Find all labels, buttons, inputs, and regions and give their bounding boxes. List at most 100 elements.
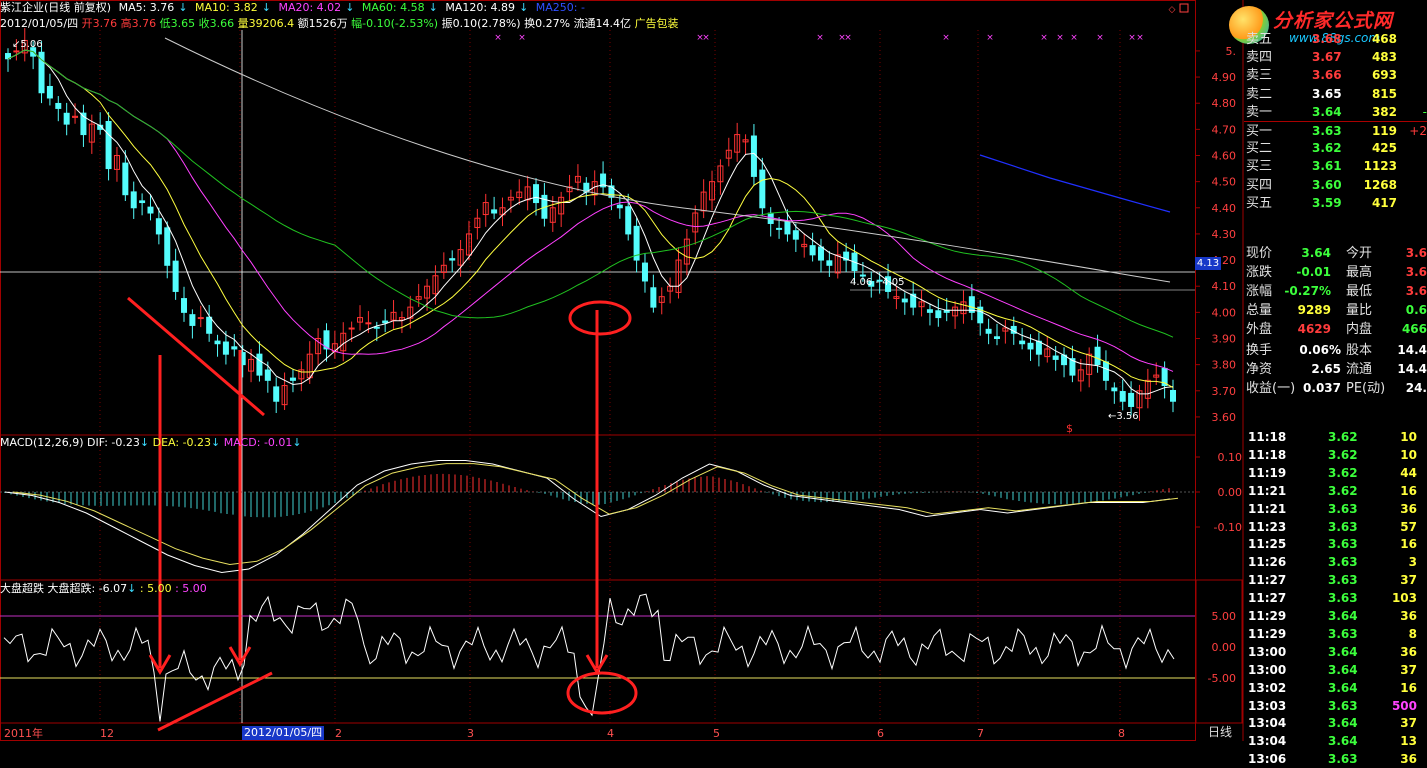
order-row[interactable]: 卖四 3.67 483	[1244, 48, 1427, 67]
order-row[interactable]: 买四 3.60 1268	[1244, 176, 1427, 195]
order-side-label: 卖五	[1246, 32, 1273, 47]
cursor-date-label: 2012/01/05/四	[242, 726, 325, 740]
candle-body	[105, 121, 112, 170]
order-row[interactable]: 买三 3.61 1123	[1244, 157, 1427, 176]
tick-volume: 36	[1400, 609, 1417, 623]
tick-row[interactable]: 11:18 3.62 10	[1244, 446, 1427, 464]
price-axis-label: 4.50	[1212, 176, 1237, 189]
tick-row[interactable]: 13:03 3.63 500	[1244, 697, 1427, 715]
tick-row[interactable]: 11:27 3.63 103	[1244, 589, 1427, 607]
order-row[interactable]: 卖三 3.66 693	[1244, 66, 1427, 85]
signal-x-marker: ×	[1070, 33, 1078, 43]
signal-x-marker: ×	[1136, 33, 1144, 43]
tick-row[interactable]: 11:21 3.63 36	[1244, 500, 1427, 518]
candle-body	[776, 227, 783, 230]
candle-body	[214, 340, 221, 345]
quote-turnover: 换0.27%	[524, 17, 571, 30]
candle-body	[222, 341, 229, 355]
signal-x-marker: ×	[816, 33, 824, 43]
candle-body	[122, 162, 129, 196]
signal-x-marker: ×	[1128, 33, 1136, 43]
tick-row[interactable]: 11:29 3.63 8	[1244, 625, 1427, 643]
tick-price: 3.64	[1328, 680, 1358, 695]
candle-body	[365, 322, 372, 325]
stat-value: 2.65	[1311, 362, 1341, 376]
tick-time: 11:27	[1248, 573, 1287, 588]
stat-value: -0.27%	[1284, 284, 1331, 298]
stat-value: 3.6	[1405, 246, 1427, 260]
tick-volume: 36	[1400, 644, 1417, 659]
order-row[interactable]: 卖一 3.64 382 -	[1244, 103, 1427, 122]
stat-label: 涨幅	[1246, 284, 1273, 299]
order-side-label: 买四	[1246, 177, 1273, 193]
order-row[interactable]: 买五 3.59 417	[1244, 194, 1427, 213]
order-price: 3.59	[1312, 195, 1342, 210]
stat-value: 3.6	[1405, 284, 1427, 298]
tick-row[interactable]: 13:04 3.64 37	[1244, 714, 1427, 732]
stat-row: 涨幅 -0.27% 最低 3.6	[1244, 282, 1427, 301]
stat-row: 涨跌 -0.01 最高 3.6	[1244, 263, 1427, 282]
tick-row[interactable]: 11:19 3.62 44	[1244, 464, 1427, 482]
order-volume: 1268	[1363, 177, 1397, 192]
candle-body	[256, 353, 263, 376]
quote-amount: 额1526万	[297, 17, 348, 30]
tick-row[interactable]: 11:23 3.63 57	[1244, 518, 1427, 536]
stat-value: 0.037	[1303, 381, 1341, 395]
order-volume: 119	[1371, 124, 1397, 138]
tick-row[interactable]: 13:04 3.64 13	[1244, 732, 1427, 750]
tick-price: 3.64	[1328, 662, 1358, 677]
order-row[interactable]: 买二 3.62 425	[1244, 139, 1427, 158]
candle-body	[784, 221, 791, 235]
tick-time: 11:18	[1248, 447, 1287, 462]
order-price: 3.67	[1312, 50, 1342, 65]
tick-time: 13:06	[1248, 752, 1287, 767]
order-volume: 483	[1371, 50, 1397, 65]
order-price: 3.68	[1312, 32, 1342, 46]
order-price: 3.62	[1312, 141, 1342, 156]
tick-row[interactable]: 11:25 3.63 16	[1244, 535, 1427, 553]
tick-row[interactable]: 13:00 3.64 36	[1244, 643, 1427, 661]
period-label[interactable]: 日线	[1200, 723, 1240, 740]
tick-volume: 44	[1400, 465, 1417, 480]
macd-dea: DEA: -0.23	[152, 436, 212, 449]
tick-volume: 10	[1400, 430, 1417, 444]
stock-chart[interactable]: 5.4.904.804.704.604.504.404.304.204.104.…	[0, 0, 1244, 741]
candle-body	[1128, 392, 1135, 407]
tick-row[interactable]: 13:02 3.64 16	[1244, 679, 1427, 697]
ma-legend-bar: 紫江企业(日线 前复权) MA5: 3.76 ↓ MA10: 3.82 ↓ MA20…	[0, 1, 585, 14]
tick-price: 3.62	[1328, 430, 1358, 444]
macd-title: MACD(12,26,9) DIF: -0.23↓ DEA: -0.23↓ MA…	[0, 436, 302, 449]
osc-axis-label: -5.00	[1208, 672, 1236, 685]
order-row[interactable]: 卖五 3.68 468	[1244, 30, 1427, 49]
stat-value: -0.01	[1296, 265, 1331, 279]
x-axis-label: 2	[335, 727, 342, 740]
tick-row[interactable]: 13:00 3.64 37	[1244, 661, 1427, 679]
tick-volume: 37	[1400, 716, 1417, 731]
candle-body	[985, 328, 992, 334]
price-axis-label: 4.60	[1212, 149, 1237, 162]
tick-row[interactable]: 11:21 3.62 16	[1244, 482, 1427, 500]
stat-label: 现价	[1246, 246, 1273, 261]
x-axis-label: 8	[1118, 727, 1125, 740]
candle-body	[13, 50, 20, 53]
stat-label: 今开	[1346, 246, 1373, 261]
tick-volume: 57	[1400, 519, 1417, 534]
tick-row[interactable]: 11:26 3.63 3	[1244, 553, 1427, 571]
candle-body	[859, 274, 866, 277]
osc-axis-label: 0.00	[1212, 641, 1237, 654]
order-row[interactable]: 买一 3.63 119 +2	[1244, 121, 1427, 141]
candle-body	[55, 102, 62, 109]
tick-row[interactable]: 11:29 3.64 36	[1244, 607, 1427, 625]
signal-x-marker: ×	[1056, 33, 1064, 43]
tick-row[interactable]: 13:06 3.63 36	[1244, 750, 1427, 768]
tick-price: 3.63	[1328, 519, 1358, 534]
order-side-label: 卖二	[1246, 86, 1273, 102]
order-side-label: 买二	[1246, 141, 1273, 157]
stat-value: 3.64	[1301, 246, 1331, 260]
order-row[interactable]: 卖二 3.65 815	[1244, 85, 1427, 104]
tick-volume: 36	[1400, 752, 1417, 767]
tick-row[interactable]: 11:18 3.62 10	[1244, 428, 1427, 446]
tick-row[interactable]: 11:27 3.63 37	[1244, 571, 1427, 589]
stat-label: 收益(一)	[1246, 381, 1296, 396]
quote-high: 高3.76	[120, 17, 157, 30]
